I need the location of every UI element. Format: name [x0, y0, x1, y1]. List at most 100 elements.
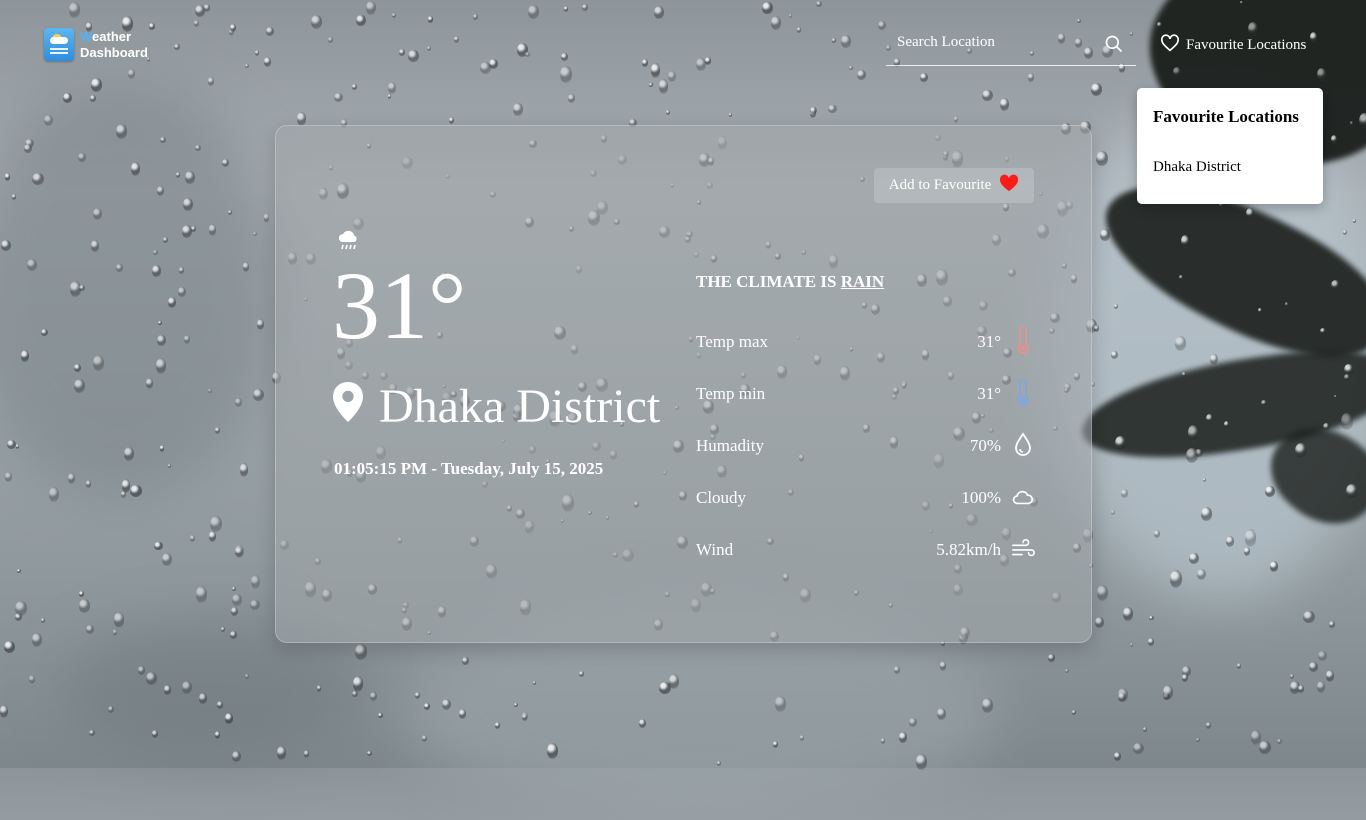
raindrop [120, 491, 126, 498]
raindrop [21, 350, 29, 363]
raindrop [953, 115, 959, 123]
raindrop [0, 239, 12, 251]
raindrop [158, 320, 163, 326]
raindrop [1181, 372, 1187, 378]
raindrop [567, 94, 575, 104]
raindrop [148, 22, 155, 30]
stat-label: Cloudy [696, 488, 747, 507]
raindrop [0, 705, 9, 718]
raindrop [40, 328, 48, 336]
raindrop [311, 14, 323, 29]
raindrop [90, 239, 99, 253]
raindrop [1257, 307, 1262, 314]
raindrop [547, 743, 559, 760]
stat-wind: Wind 5.82km/h [696, 534, 1035, 586]
raindrop [828, 104, 837, 114]
raindrop [157, 335, 166, 347]
raindrop [88, 729, 95, 737]
app-logo[interactable]: Weather Dashboard [44, 28, 148, 61]
raindrop [1154, 529, 1161, 539]
thermometer-hot-icon [1011, 326, 1035, 356]
raindrop [1223, 421, 1229, 429]
raindrop [1261, 400, 1267, 407]
raindrop [1178, 274, 1184, 281]
raindrop [1349, 120, 1354, 127]
raindrop [370, 691, 377, 702]
raindrop [654, 6, 665, 19]
raindrop [378, 712, 383, 719]
raindrop [131, 161, 141, 176]
raindrop [251, 574, 261, 590]
raindrop [578, 671, 584, 677]
current-datetime: 01:05:15 PM - Tuesday, July 15, 2025 [334, 459, 604, 478]
raindrop [1149, 615, 1154, 621]
stat-value: 5.82km/h [936, 540, 1001, 559]
raindrop [388, 82, 397, 95]
raindrop [113, 612, 124, 628]
raindrop [303, 750, 310, 758]
raindrop [249, 599, 260, 611]
add-to-favourite-button[interactable]: Add to Favourite [874, 168, 1034, 203]
favourite-locations-link[interactable]: Favourite Locations [1160, 34, 1306, 57]
raindrop [162, 552, 173, 567]
raindrop [78, 598, 91, 613]
raindrop [488, 58, 498, 69]
weather-card: Add to Favourite 31° Dhaka District 01:0… [275, 125, 1092, 643]
raindrop [5, 472, 13, 482]
raindrop [841, 34, 852, 49]
location-name: Dhaka District [379, 380, 661, 433]
stat-label: Temp max [696, 332, 768, 351]
raindrop [77, 152, 87, 162]
raindrop [1202, 477, 1206, 483]
raindrop [316, 685, 322, 693]
raindrop [216, 701, 223, 709]
raindrop [775, 696, 786, 712]
raindrop [1163, 685, 1173, 700]
raindrop [392, 13, 396, 18]
raindrop [920, 72, 928, 83]
dropdown-title: Favourite Locations [1153, 107, 1299, 126]
stat-humidity: Humadity 70% [696, 430, 1035, 482]
raindrop [894, 665, 901, 674]
favourites-dropdown: Favourite Locations Dhaka District [1137, 88, 1323, 204]
raindrop [229, 631, 238, 639]
raindrop [1250, 729, 1261, 745]
raindrop [728, 113, 732, 118]
raindrop [277, 746, 287, 760]
raindrop [1111, 350, 1118, 359]
raindrop [1209, 354, 1218, 365]
raindrop [24, 144, 32, 154]
raindrop [1259, 741, 1271, 755]
raindrop [352, 691, 358, 698]
raindrop [155, 357, 166, 374]
raindrop [1100, 229, 1110, 241]
raindrop [1206, 722, 1212, 730]
raindrop [1182, 666, 1191, 678]
raindrop [899, 731, 908, 744]
raindrop [1302, 611, 1315, 624]
raindrop [68, 2, 81, 18]
raindrop [816, 0, 822, 7]
raindrop [90, 95, 96, 102]
raindrop [1277, 739, 1282, 744]
raindrop [181, 224, 192, 239]
raindrop [462, 657, 469, 666]
raindrop [415, 691, 421, 699]
raindrop [333, 92, 344, 103]
raindrop [31, 172, 44, 185]
raindrop [159, 136, 166, 143]
search-icon[interactable] [1104, 34, 1124, 59]
raindrop [1095, 616, 1105, 628]
favourite-item[interactable]: Dhaka District [1153, 159, 1241, 176]
raindrop [1318, 651, 1328, 661]
stat-value: 100% [961, 488, 1001, 507]
raindrop [231, 751, 241, 762]
raindrop [426, 46, 431, 51]
raindrop [810, 109, 816, 119]
raindrop [1028, 73, 1034, 82]
raindrop [221, 627, 225, 633]
raindrop [163, 685, 172, 695]
search-input[interactable] [886, 30, 1108, 55]
raindrop [939, 661, 947, 671]
raindrop [494, 722, 500, 729]
